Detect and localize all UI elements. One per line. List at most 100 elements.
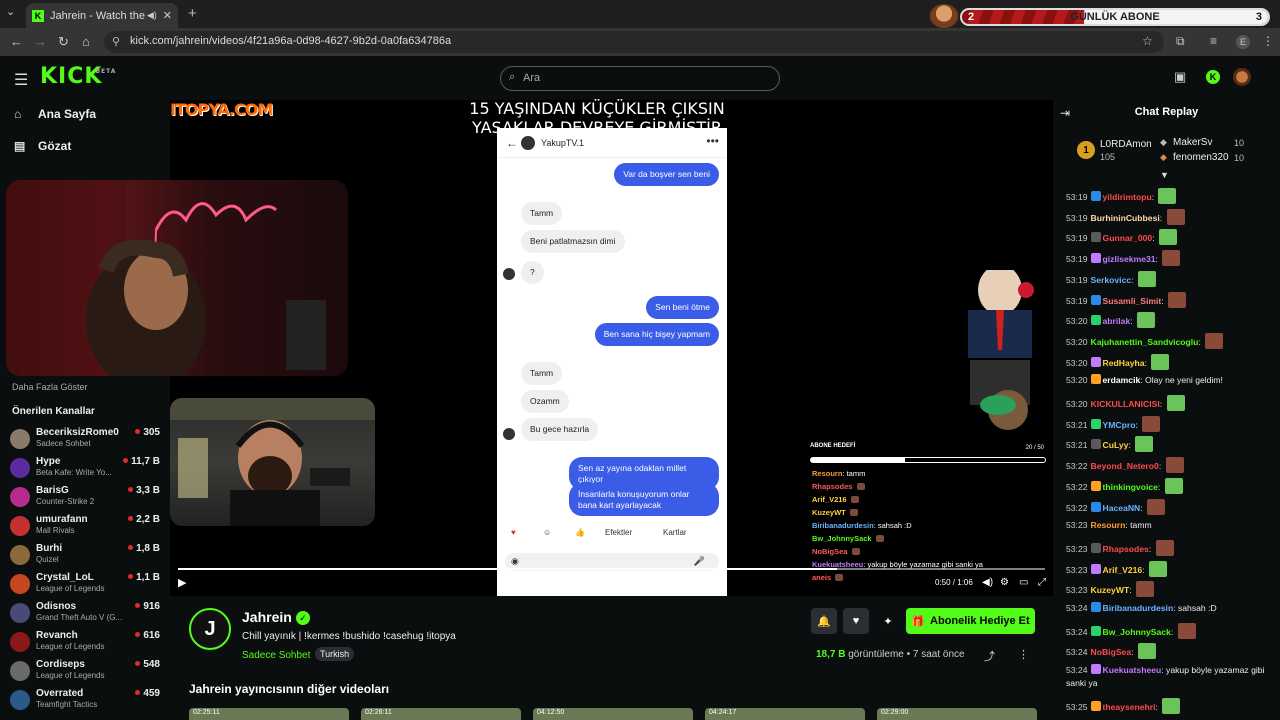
audio-icon[interactable]: ◀) xyxy=(147,10,157,21)
sub-badge-icon xyxy=(1090,664,1101,675)
leaderboard-name[interactable]: MakerSv xyxy=(1173,137,1212,148)
video-thumbnail[interactable]: 04:24:17 xyxy=(705,708,865,720)
viewer-count-value: 305 xyxy=(143,427,160,438)
video-thumbnail[interactable]: 02:25:11 xyxy=(189,708,349,720)
chat-username[interactable]: BurhininCubbesi xyxy=(1091,213,1160,223)
share-icon[interactable]: ⤴ xyxy=(984,648,995,664)
language-tag[interactable]: Turkish xyxy=(315,647,355,661)
home-icon[interactable]: ⌂ xyxy=(82,34,90,49)
video-thumbnail[interactable]: 04:12:50 xyxy=(533,708,693,720)
chat-username[interactable]: Beyond_Netero0 xyxy=(1091,461,1159,471)
inbox-icon[interactable]: ▣ xyxy=(1174,69,1186,85)
chat-emote xyxy=(1137,270,1156,287)
recommended-channel[interactable]: Cordiseps League of Legends 548 xyxy=(10,657,162,683)
chat-username[interactable]: YMCpro xyxy=(1103,420,1136,430)
viewer-count-value: 1,1 B xyxy=(136,572,160,583)
chat-username[interactable]: Rhapsodes xyxy=(1103,544,1149,554)
chat-text: Olay ne yeni geldim! xyxy=(1145,375,1223,386)
recommended-channel[interactable]: Odisnos Grand Theft Auto V (G... 916 xyxy=(10,599,162,625)
laugh-icon: ☺ xyxy=(543,528,552,537)
fullscreen-icon[interactable]: ⤢ xyxy=(1038,577,1046,588)
leaderboard-name[interactable]: L0RDAmon xyxy=(1100,139,1152,150)
sparkle-button[interactable]: ✦ xyxy=(875,608,901,634)
sent-message: Ben sana hiç bişey yapmam xyxy=(594,323,719,346)
chat-username[interactable]: NoBigSea xyxy=(1091,647,1132,657)
menu-icon[interactable]: ☰ xyxy=(14,70,28,90)
chat-username[interactable]: abrilak xyxy=(1103,316,1131,326)
channel-avatar xyxy=(10,632,30,652)
chat-timestamp: 53:19 xyxy=(1066,192,1088,202)
video-thumbnail[interactable]: 02:26:11 xyxy=(361,708,521,720)
user-avatar[interactable] xyxy=(1233,68,1251,86)
media-icon[interactable]: ≡ xyxy=(1210,34,1217,48)
chat-username[interactable]: Arif_V216 xyxy=(1103,565,1143,575)
recommended-channel[interactable]: Revanch League of Legends 616 xyxy=(10,628,162,654)
recommended-channel[interactable]: Crystal_LoL League of Legends 1,1 B xyxy=(10,570,162,596)
browser-tab[interactable]: K Jahrein - Watch the VOD o ◀) ✕ xyxy=(26,3,178,28)
chat-username[interactable]: Susamli_Simit xyxy=(1103,296,1162,306)
sub-badge-icon xyxy=(1090,374,1101,385)
more-options-icon[interactable]: ⋮ xyxy=(1018,648,1029,661)
leaderboard-count: 10 xyxy=(1234,138,1245,148)
chat-username[interactable]: Gunnar_000 xyxy=(1103,233,1153,243)
seek-bar[interactable] xyxy=(178,568,1045,570)
chat-username[interactable]: Resourn xyxy=(1091,520,1126,530)
notify-bell-button[interactable]: 🔔 xyxy=(811,608,837,634)
chat-username[interactable]: Biribanadurdesin xyxy=(1103,603,1174,613)
tab-search-icon[interactable]: ⌄ xyxy=(6,5,15,18)
follow-heart-button[interactable]: ♥ xyxy=(843,608,869,634)
chat-username[interactable]: RedHayha xyxy=(1103,358,1145,368)
kick-coins-icon[interactable]: K xyxy=(1206,70,1220,84)
chat-username[interactable]: yildirimtopu xyxy=(1103,192,1152,202)
channel-avatar[interactable]: J xyxy=(189,608,231,650)
gift-sub-button[interactable]: 🎁 Abonelik Hediye Et xyxy=(906,608,1035,634)
chat-username[interactable]: CuLyy xyxy=(1103,440,1129,450)
recommended-channel[interactable]: BeceriksizRome0 Sadece Sohbet 305 xyxy=(10,425,162,451)
sidebar-item-browse[interactable]: ▤ Gözat xyxy=(14,139,71,153)
recommended-channel[interactable]: BarisG Counter-Strike 2 3,3 B xyxy=(10,483,162,509)
pin-toggle-icon[interactable]: ▼ xyxy=(1160,170,1169,180)
profile-avatar[interactable]: E xyxy=(1236,35,1250,49)
volume-icon[interactable]: ◀) xyxy=(982,577,993,588)
browser-menu-icon[interactable]: ⋮ xyxy=(1262,34,1274,48)
recommended-channel[interactable]: Hype Beta Kafe: Write Yo... 11,7 B xyxy=(10,454,162,480)
reload-icon[interactable]: ↻ xyxy=(58,34,69,50)
chat-username[interactable]: Bw_JohnnySack xyxy=(1103,627,1171,637)
recommended-channel[interactable]: Burhi Quizel 1,8 B xyxy=(10,541,162,567)
url-field[interactable]: ⚲ kick.com/jahrein/videos/4f21a96a-0d98-… xyxy=(104,31,1164,53)
theater-icon[interactable]: ▭ xyxy=(1019,577,1028,588)
chat-emote xyxy=(1137,312,1156,329)
sidebar-item-home[interactable]: ⌂ Ana Sayfa xyxy=(14,107,96,121)
chat-username[interactable]: HaceaNN xyxy=(1103,503,1141,513)
search-input[interactable]: ⌕ Ara xyxy=(500,66,780,91)
play-icon[interactable]: ▶ xyxy=(178,576,186,589)
chat-username[interactable]: erdamcik xyxy=(1103,375,1141,385)
chat-username[interactable]: Serkovicc xyxy=(1091,275,1132,285)
chat-username[interactable]: Kajuhanettin_Sandvicoglu xyxy=(1091,337,1199,347)
leaderboard-name[interactable]: fenomen320 xyxy=(1173,152,1229,163)
chat-username[interactable]: theaysenehri xyxy=(1103,702,1156,712)
phone-screen: ← YakupTV.1 ••• Var da boşver sen beni Ta… xyxy=(497,128,727,596)
close-tab-icon[interactable]: ✕ xyxy=(163,9,172,22)
chat-username[interactable]: KuzeyWT xyxy=(1091,585,1130,595)
bookmark-star-icon[interactable]: ☆ xyxy=(1142,34,1153,48)
category-link[interactable]: Sadece Sohbet xyxy=(242,650,310,661)
chat-username[interactable]: Kuekuatsheeu xyxy=(1103,665,1162,675)
site-info-icon[interactable]: ⚲ xyxy=(112,35,120,48)
settings-icon[interactable]: ⚙ xyxy=(1000,577,1009,588)
channel-name[interactable]: Jahrein xyxy=(242,609,292,625)
kick-logo[interactable]: KICK BETA xyxy=(40,64,115,89)
recommended-channel[interactable]: Overrated Teamfight Tactics 459 xyxy=(10,686,162,712)
extensions-icon[interactable]: ⧉ xyxy=(1176,34,1185,49)
recommended-channel[interactable]: umurafann Mall Rivals 2,2 B xyxy=(10,512,162,538)
back-icon[interactable]: ← xyxy=(10,34,23,49)
overlay-chat-line: Biribanadurdesin: sahsah :D xyxy=(812,521,912,530)
forward-icon[interactable]: → xyxy=(34,34,47,49)
chat-username[interactable]: KICKULLANICISI xyxy=(1091,399,1160,409)
chat-username[interactable]: thinkingvoice xyxy=(1103,482,1158,492)
sub-badge-icon xyxy=(1090,701,1101,712)
show-more-link[interactable]: Daha Fazla Göster xyxy=(12,382,88,392)
video-thumbnail[interactable]: 02:29:00 xyxy=(877,708,1037,720)
new-tab-button[interactable]: + xyxy=(188,5,197,22)
chat-username[interactable]: gizlisekme31 xyxy=(1103,254,1156,264)
